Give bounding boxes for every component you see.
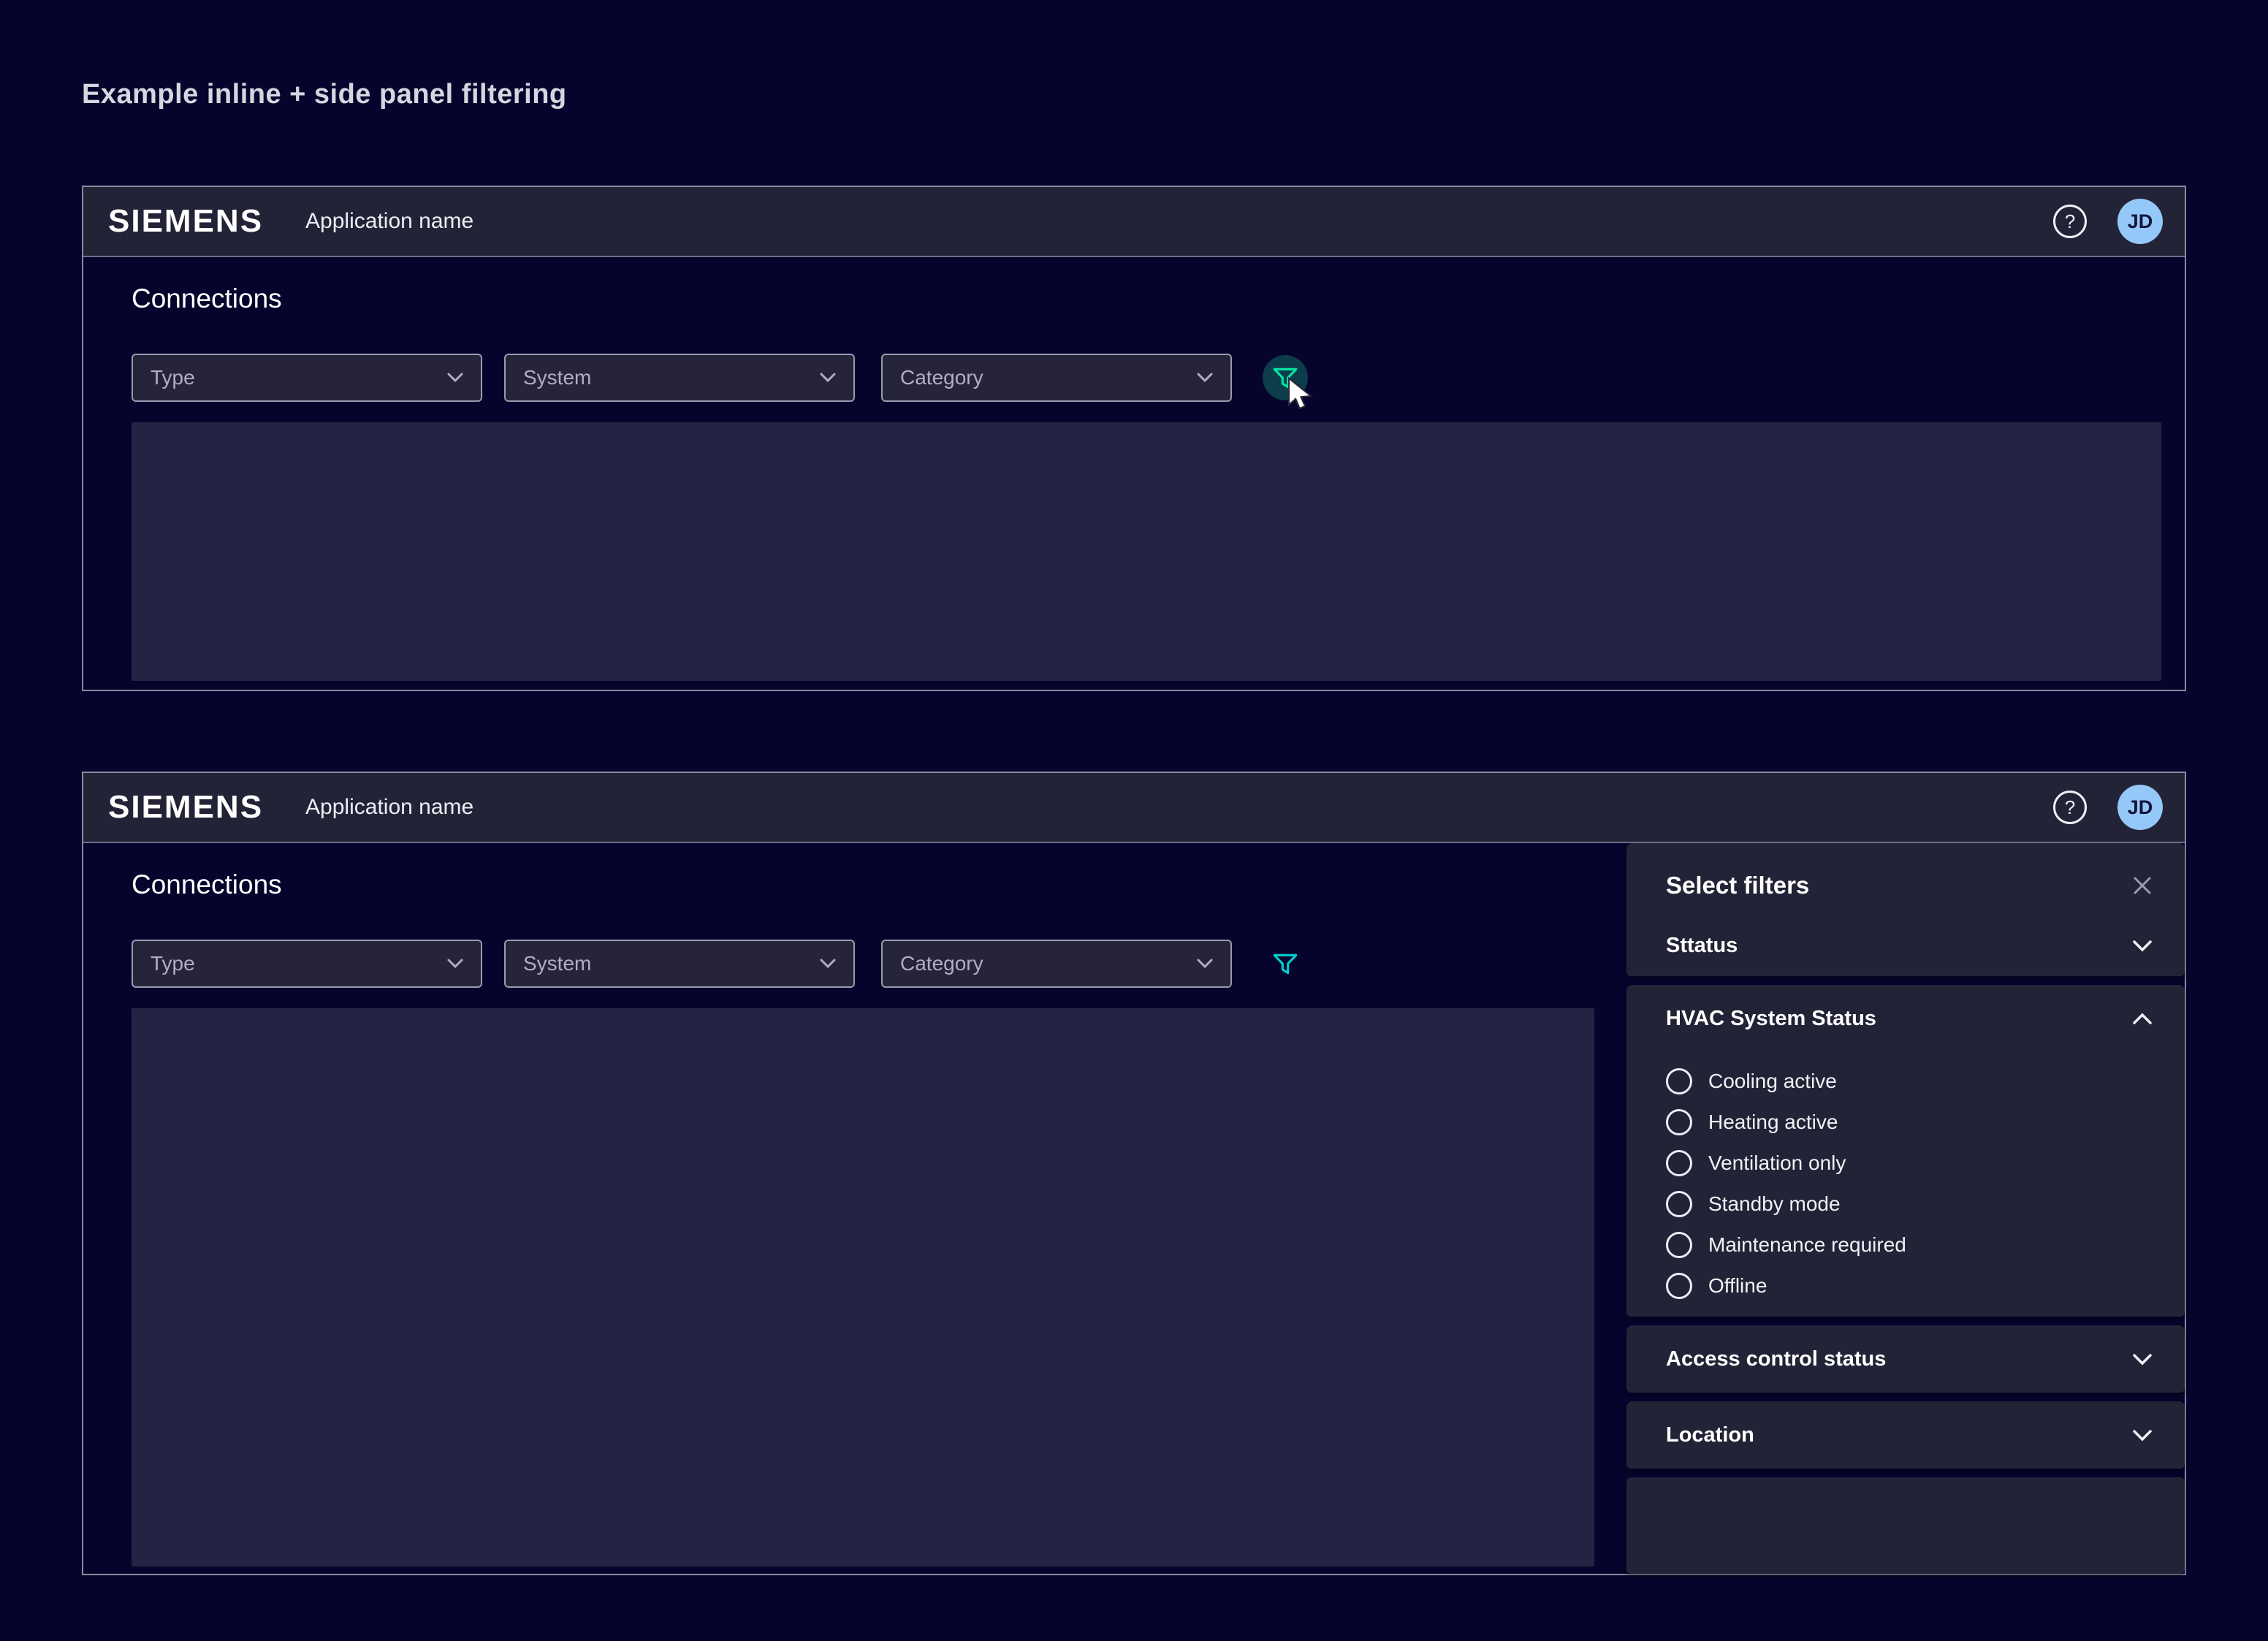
chevron-down-icon — [2132, 940, 2153, 952]
application-name: Application name — [305, 209, 473, 234]
siemens-logo: SIEMENS — [108, 203, 263, 240]
open-filter-panel-button[interactable] — [1263, 941, 1308, 986]
app-window-side-panel-filtering: SIEMENS Application name ? JD Connection… — [82, 772, 2186, 1575]
help-button[interactable]: ? — [2053, 791, 2087, 824]
radio-option-standby-mode[interactable]: Standby mode — [1666, 1184, 2155, 1225]
application-name: Application name — [305, 795, 473, 820]
side-panel-title: Select filters — [1666, 872, 1809, 899]
radio-option-label: Cooling active — [1708, 1070, 1837, 1093]
radio-option-offline[interactable]: Offline — [1666, 1265, 2155, 1306]
category-dropdown[interactable]: Category — [881, 354, 1232, 402]
mouse-cursor-icon — [1283, 377, 1317, 414]
user-avatar[interactable]: JD — [2117, 199, 2163, 244]
app-header: SIEMENS Application name ? JD — [83, 773, 2185, 843]
filter-side-panel: Select filters Sttatus HVAC System Statu… — [1626, 843, 2185, 1574]
radio-option-label: Maintenance required — [1708, 1233, 1906, 1257]
radio-option-label: Standby mode — [1708, 1192, 1841, 1216]
help-button[interactable]: ? — [2053, 205, 2087, 238]
radio-icon[interactable] — [1666, 1273, 1692, 1299]
filter-section-label: HVAC System Status — [1666, 1007, 1876, 1031]
chevron-down-icon — [447, 959, 463, 969]
chevron-down-icon — [1197, 959, 1213, 969]
type-dropdown[interactable]: Type — [132, 940, 482, 988]
system-dropdown[interactable]: System — [504, 940, 855, 988]
radio-option-cooling-active[interactable]: Cooling active — [1666, 1061, 2155, 1102]
chevron-down-icon — [2132, 1353, 2153, 1366]
user-avatar[interactable]: JD — [2117, 785, 2163, 830]
connections-table-placeholder — [132, 422, 2161, 681]
page-heading: Connections — [132, 283, 282, 314]
radio-icon[interactable] — [1666, 1232, 1692, 1258]
chevron-down-icon — [820, 959, 836, 969]
radio-icon[interactable] — [1666, 1109, 1692, 1135]
radio-option-heating-active[interactable]: Heating active — [1666, 1102, 2155, 1143]
radio-icon[interactable] — [1666, 1068, 1692, 1094]
funnel-icon — [1271, 950, 1299, 978]
filter-section-label: Location — [1666, 1423, 1754, 1447]
system-dropdown-label: System — [523, 366, 820, 389]
radio-option-label: Heating active — [1708, 1111, 1838, 1134]
category-dropdown-label: Category — [900, 366, 1197, 389]
category-dropdown-label: Category — [900, 952, 1197, 975]
chevron-down-icon — [820, 373, 836, 383]
system-dropdown-label: System — [523, 952, 820, 975]
side-panel-filler — [1626, 1477, 2185, 1574]
radio-option-label: Ventilation only — [1708, 1151, 1846, 1175]
connections-table-placeholder — [132, 1008, 1594, 1566]
siemens-logo: SIEMENS — [108, 789, 263, 826]
page-title: Example inline + side panel filtering — [82, 79, 567, 110]
chevron-down-icon — [447, 373, 463, 383]
filter-section-label: Access control status — [1666, 1347, 1886, 1371]
filter-section-location[interactable]: Location — [1666, 1419, 2153, 1451]
category-dropdown[interactable]: Category — [881, 940, 1232, 988]
radio-icon[interactable] — [1666, 1191, 1692, 1217]
help-icon: ? — [2065, 796, 2075, 819]
chevron-up-icon — [2132, 1013, 2153, 1025]
type-dropdown[interactable]: Type — [132, 354, 482, 402]
filter-section-access-control-status[interactable]: Access control status — [1666, 1343, 2153, 1375]
app-window-inline-filtering: SIEMENS Application name ? JD Connection… — [82, 186, 2186, 691]
radio-option-ventilation-only[interactable]: Ventilation only — [1666, 1143, 2155, 1184]
close-panel-button[interactable] — [2129, 872, 2155, 899]
chevron-down-icon — [2132, 1429, 2153, 1442]
radio-option-maintenance-required[interactable]: Maintenance required — [1666, 1225, 2155, 1265]
type-dropdown-label: Type — [151, 366, 447, 389]
radio-option-label: Offline — [1708, 1274, 1767, 1298]
filter-section-label: Sttatus — [1666, 934, 1738, 958]
type-dropdown-label: Type — [151, 952, 447, 975]
open-filter-panel-button[interactable] — [1263, 355, 1308, 400]
system-dropdown[interactable]: System — [504, 354, 855, 402]
filter-section-status[interactable]: Sttatus — [1666, 929, 2153, 962]
filter-section-hvac-system-status[interactable]: HVAC System Status — [1666, 1002, 2153, 1035]
app-header: SIEMENS Application name ? JD — [83, 187, 2185, 257]
chevron-down-icon — [1197, 373, 1213, 383]
close-icon — [2131, 874, 2154, 897]
help-icon: ? — [2065, 210, 2075, 233]
page-heading: Connections — [132, 869, 282, 900]
radio-icon[interactable] — [1666, 1150, 1692, 1176]
